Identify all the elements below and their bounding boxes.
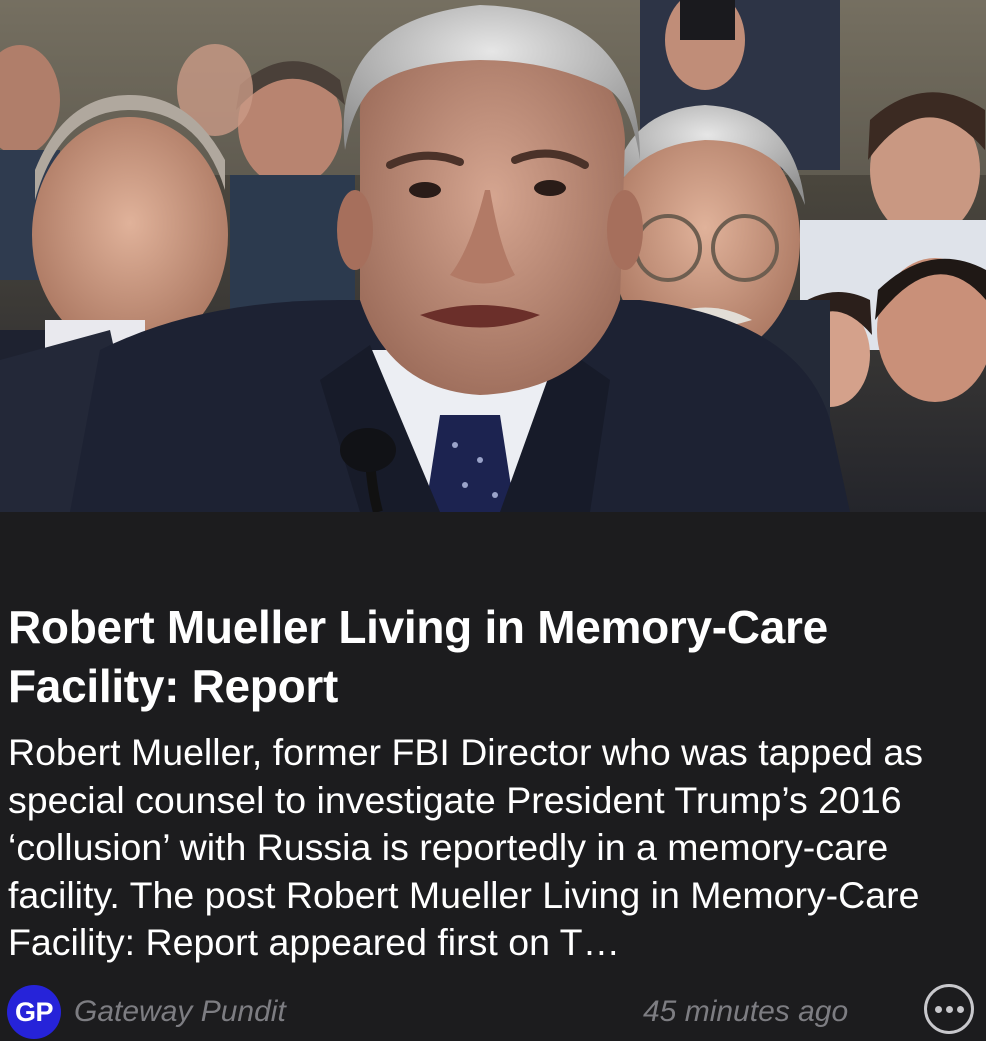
hearing-photo <box>0 0 986 512</box>
card-footer: GP Gateway Pundit 45 minutes ago <box>0 982 986 1041</box>
ellipsis-dot-icon <box>956 1005 964 1013</box>
ellipsis-dot-icon <box>934 1005 942 1013</box>
timestamp: 45 minutes ago <box>643 995 849 1028</box>
source-logo-icon[interactable]: GP <box>7 985 61 1039</box>
article-headline[interactable]: Robert Mueller Living in Memory-Care Fac… <box>8 598 968 716</box>
ellipsis-dot-icon <box>945 1005 953 1013</box>
more-options-button[interactable] <box>924 984 974 1034</box>
article-image[interactable] <box>0 0 986 512</box>
source-name[interactable]: Gateway Pundit <box>74 995 286 1029</box>
article-summary[interactable]: Robert Mueller, former FBI Director who … <box>8 729 968 967</box>
news-card[interactable]: Robert Mueller Living in Memory-Care Fac… <box>0 0 986 1041</box>
